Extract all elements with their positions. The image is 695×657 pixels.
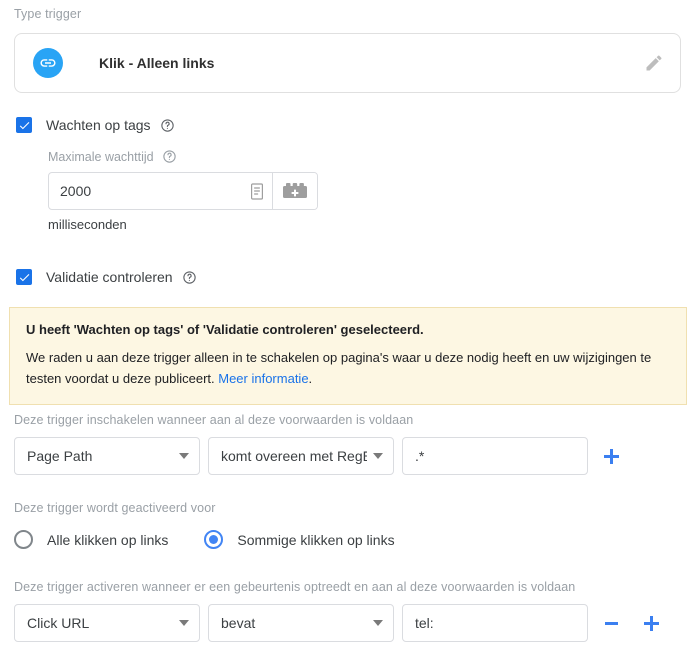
wait-for-tags-section: Wachten op tags Maximale wachttijd 2000 … xyxy=(16,117,318,232)
trigger-type-section: Type trigger Klik - Alleen links xyxy=(14,6,681,93)
minus-icon xyxy=(604,616,619,631)
check-validation-section: Validatie controleren xyxy=(16,269,197,285)
enable-condition-variable-select[interactable]: Page Path xyxy=(14,437,200,475)
trigger-type-label: Type trigger xyxy=(14,7,82,21)
wait-for-tags-checkbox-row[interactable]: Wachten op tags xyxy=(16,117,318,133)
trigger-type-card[interactable]: Klik - Alleen links xyxy=(14,33,681,93)
add-fire-condition-button[interactable] xyxy=(634,606,668,640)
chevron-down-icon xyxy=(179,620,189,626)
enable-conditions-label: Deze trigger inschakelen wanneer aan al … xyxy=(14,413,414,427)
max-wait-unit: milliseconden xyxy=(48,217,127,232)
variable-block-icon[interactable] xyxy=(272,173,317,209)
help-circle-icon[interactable] xyxy=(162,149,177,164)
chevron-down-icon xyxy=(179,453,189,459)
fire-condition-operator-select[interactable]: bevat xyxy=(208,604,394,642)
trigger-configuration-page: Type trigger Klik - Alleen links Wachten… xyxy=(0,0,695,657)
enable-condition-value-input[interactable]: .* xyxy=(402,437,588,475)
max-wait-label-row: Maximale wachttijd xyxy=(48,149,318,164)
chevron-down-icon xyxy=(373,620,383,626)
fires-on-radio-group: Alle klikken op links Sommige klikken op… xyxy=(14,530,684,549)
max-wait-label: Maximale wachttijd xyxy=(48,149,154,164)
check-validation-label: Validatie controleren xyxy=(46,269,173,285)
plus-icon xyxy=(643,615,659,631)
warning-banner: U heeft 'Wachten op tags' of 'Validatie … xyxy=(9,307,687,405)
wait-for-tags-checkbox[interactable] xyxy=(16,117,32,133)
fire-condition-value-input[interactable]: tel: xyxy=(402,604,588,642)
fire-conditions-section: Deze trigger activeren wanneer er een ge… xyxy=(14,579,684,642)
enable-conditions-section: Deze trigger inschakelen wanneer aan al … xyxy=(14,412,684,475)
radio-some-link-clicks-control[interactable] xyxy=(204,530,224,549)
radio-selected-dot xyxy=(209,535,219,544)
check-validation-checkbox[interactable] xyxy=(16,269,32,285)
fire-condition-value: tel: xyxy=(415,615,434,631)
radio-all-link-clicks[interactable]: Alle klikken op links xyxy=(14,530,168,549)
document-icon[interactable] xyxy=(250,182,264,200)
enable-condition-operator-select[interactable]: komt overeen met RegEx xyxy=(208,437,394,475)
warning-title: U heeft 'Wachten op tags' of 'Validatie … xyxy=(26,322,424,337)
fire-condition-variable-select[interactable]: Click URL xyxy=(14,604,200,642)
add-enable-condition-button[interactable] xyxy=(594,439,628,473)
fire-condition-operator-value: bevat xyxy=(221,615,256,631)
fire-condition-row: Click URL bevat tel: xyxy=(14,604,684,642)
enable-condition-operator-value: komt overeen met RegEx xyxy=(221,448,367,464)
remove-fire-condition-button[interactable] xyxy=(594,606,628,640)
warning-body: We raden u aan deze trigger alleen in te… xyxy=(26,347,670,389)
radio-some-link-clicks[interactable]: Sommige klikken op links xyxy=(204,530,395,549)
help-circle-icon[interactable] xyxy=(160,118,175,133)
enable-condition-value: .* xyxy=(415,448,425,464)
fire-conditions-label: Deze trigger activeren wanneer er een ge… xyxy=(14,580,576,594)
plus-icon xyxy=(603,448,619,464)
fires-on-label: Deze trigger wordt geactiveerd voor xyxy=(14,501,216,515)
max-wait-input[interactable]: 2000 xyxy=(49,173,272,209)
warning-body-text: We raden u aan deze trigger alleen in te… xyxy=(26,350,652,386)
max-wait-value: 2000 xyxy=(60,183,92,199)
max-wait-input-wrapper: 2000 xyxy=(48,172,318,210)
radio-all-link-clicks-control[interactable] xyxy=(14,530,33,549)
chevron-down-icon xyxy=(373,453,383,459)
pencil-icon[interactable] xyxy=(642,51,666,75)
max-wait-block: Maximale wachttijd 2000 milliseconden xyxy=(48,149,318,232)
enable-condition-variable-value: Page Path xyxy=(27,448,93,464)
check-validation-checkbox-row[interactable]: Validatie controleren xyxy=(16,269,197,285)
fire-condition-variable-value: Click URL xyxy=(27,615,90,631)
help-circle-icon[interactable] xyxy=(182,270,197,285)
radio-all-link-clicks-label: Alle klikken op links xyxy=(47,531,169,548)
radio-some-link-clicks-label: Sommige klikken op links xyxy=(237,531,395,548)
enable-condition-row: Page Path komt overeen met RegEx .* xyxy=(14,437,684,475)
link-icon xyxy=(33,48,63,78)
wait-for-tags-label: Wachten op tags xyxy=(46,117,151,133)
warning-body-suffix: . xyxy=(308,371,313,386)
trigger-type-name: Klik - Alleen links xyxy=(99,55,215,71)
more-info-link[interactable]: Meer informatie xyxy=(218,371,308,386)
fires-on-section: Deze trigger wordt geactiveerd voor Alle… xyxy=(14,500,684,549)
